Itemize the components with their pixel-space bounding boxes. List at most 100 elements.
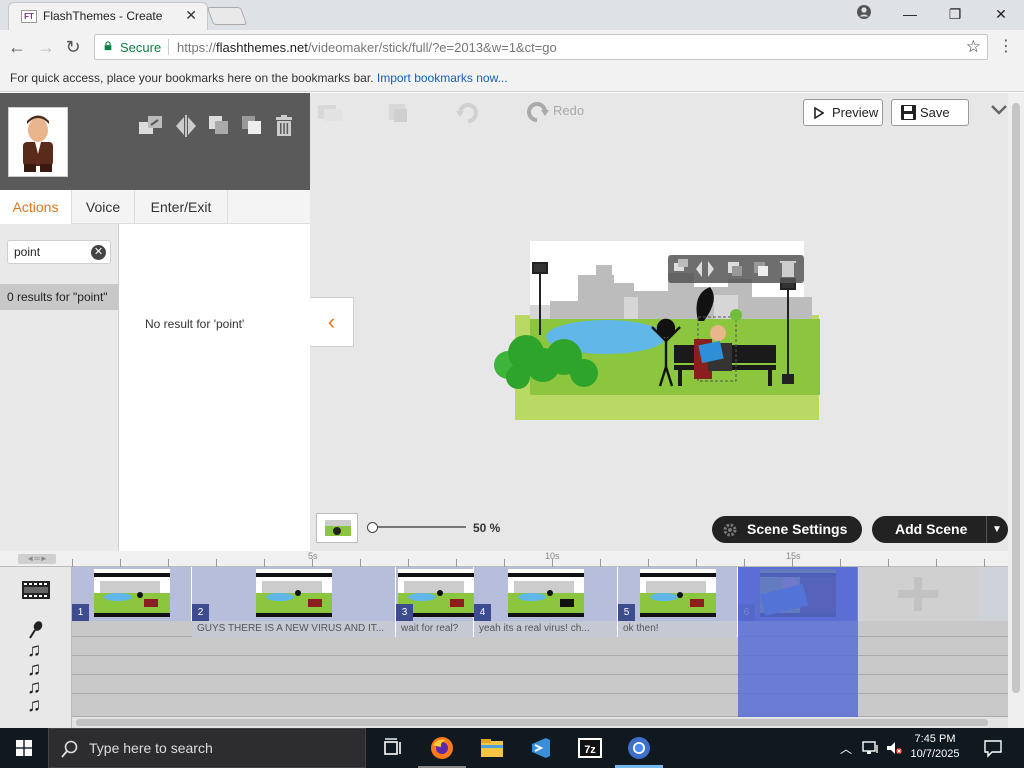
action-search-input[interactable]: point ✕ [7, 240, 111, 264]
video-maker-studio: Actions Voice Enter/Exit point ✕ 0 resul… [0, 93, 1024, 728]
firefox-icon[interactable] [430, 736, 454, 760]
voice-clip[interactable]: ok then! [618, 621, 738, 637]
vscode-icon[interactable] [529, 736, 553, 760]
preview-label: Preview [832, 105, 879, 120]
scene-block[interactable]: 4 [474, 567, 618, 621]
tab-voice[interactable]: Voice [72, 190, 135, 224]
lock-icon [104, 41, 112, 51]
add-scene-slot[interactable] [858, 567, 978, 621]
paste-icon[interactable] [386, 101, 410, 126]
scene-thumbnail [94, 569, 170, 617]
preview-button[interactable]: Preview [803, 99, 883, 126]
cut-icon[interactable] [316, 101, 344, 126]
page-vertical-scrollbar[interactable] [1008, 93, 1024, 728]
timeline-horizontal-scrollbar[interactable] [72, 717, 1008, 728]
task-view-icon[interactable] [380, 736, 404, 760]
import-bookmarks-link[interactable]: Import bookmarks now... [377, 71, 508, 85]
taskbar-search-box[interactable]: Type here to search [48, 728, 366, 768]
ruler-label: 5s [308, 551, 318, 561]
windows-logo-icon [16, 740, 32, 756]
minimize-icon[interactable]: — [898, 4, 922, 24]
forward-icon[interactable]: → [35, 36, 57, 58]
voice-clip[interactable]: GUYS THERE IS A NEW VIRUS AND IT... [192, 621, 396, 637]
zoom-value: 50 % [473, 521, 501, 535]
tab-close-icon[interactable]: ✕ [185, 7, 197, 24]
chrome-icon[interactable] [627, 736, 651, 760]
clear-search-icon[interactable]: ✕ [91, 245, 106, 260]
floppy-icon [901, 105, 916, 120]
zoom-slider-handle[interactable] [367, 522, 378, 533]
microphone-icon [28, 621, 44, 642]
windows-taskbar: Type here to search 7z ︿ 7:45 PM 10/7/20… [0, 728, 1024, 768]
redo-label[interactable]: Redo [553, 103, 584, 118]
character-panel-header [0, 93, 310, 190]
notifications-icon[interactable] [983, 738, 1003, 761]
toolbar-expand-icon[interactable] [990, 103, 1008, 119]
results-count: 0 results for "point" [0, 284, 119, 310]
show-hidden-icons-icon[interactable]: ︿ [840, 740, 852, 757]
bookmarks-hint: For quick access, place your bookmarks h… [10, 71, 374, 85]
volume-muted-icon[interactable] [885, 739, 903, 760]
new-tab-button[interactable] [206, 7, 248, 25]
redo-icon[interactable] [527, 100, 549, 125]
reload-icon[interactable]: ↻ [62, 36, 84, 58]
swap-character-icon[interactable] [138, 115, 164, 137]
file-explorer-icon[interactable] [480, 736, 504, 760]
restore-icon[interactable]: ❐ [943, 4, 967, 24]
start-button[interactable] [0, 728, 48, 768]
chrome-menu-icon[interactable]: ⋮ [998, 36, 1014, 56]
scene-block[interactable]: 5 [618, 567, 738, 621]
back-icon[interactable]: ← [6, 36, 28, 58]
stage-object-toolbar[interactable] [668, 255, 804, 283]
network-icon[interactable] [862, 739, 880, 760]
add-scene-dropdown-icon[interactable]: ▼ [992, 516, 1002, 543]
save-button[interactable]: Save [891, 99, 969, 126]
scene-stage[interactable] [488, 239, 820, 421]
send-backward-icon[interactable] [208, 115, 234, 137]
bookmarks-bar: For quick access, place your bookmarks h… [0, 64, 1024, 92]
flip-icon[interactable] [174, 115, 200, 137]
scene-block[interactable]: 3 [396, 567, 474, 621]
zoom-slider-track[interactable] [370, 526, 466, 528]
film-strip-icon [22, 579, 50, 604]
add-scene-button[interactable]: Add Scene ▼ [872, 516, 1008, 543]
character-panel: Actions Voice Enter/Exit point ✕ 0 resul… [0, 93, 310, 551]
scene-settings-button[interactable]: Scene Settings [712, 516, 862, 543]
scene-number: 3 [396, 604, 413, 621]
taskbar-clock[interactable]: 7:45 PM 10/7/2025 [905, 732, 965, 762]
undo-icon[interactable] [456, 101, 480, 126]
voice-clip[interactable]: yeah its a real virus! ch... [474, 621, 618, 637]
add-scene-label: Add Scene [895, 521, 968, 537]
bookmark-star-icon[interactable]: ☆ [966, 37, 981, 57]
collapse-panel-button[interactable]: ‹ [310, 297, 354, 347]
bring-forward-icon[interactable] [241, 115, 267, 137]
address-bar-row: ← → ↻ Secure https://flashthemes.net/vid… [0, 30, 1024, 64]
tab-actions[interactable]: Actions [0, 190, 72, 224]
url-text: https://flashthemes.net/videomaker/stick… [177, 40, 557, 55]
action-search-value: point [14, 245, 41, 259]
browser-tab[interactable]: FT FlashThemes - Create ✕ [8, 2, 208, 30]
7zip-icon[interactable]: 7z [578, 736, 602, 760]
timeline-ruler: ◄═► 5s 10s 15s [0, 551, 1008, 567]
timeline-zoom-handle[interactable]: ◄═► [18, 554, 56, 564]
delete-icon[interactable] [274, 115, 300, 137]
tab-enter-exit[interactable]: Enter/Exit [135, 190, 228, 224]
scene-block[interactable]: 2 [192, 567, 396, 621]
svg-text:7z: 7z [584, 744, 596, 756]
profile-icon[interactable] [852, 4, 876, 24]
scene-thumbnail [508, 569, 584, 617]
timeline: ◄═► 5s 10s 15s ♫ ♫ ♫ ♫ 1 2 3 4 5 GUYS TH… [0, 551, 1024, 728]
scene-thumbnail-toggle[interactable] [316, 513, 358, 543]
scene-number: 1 [72, 604, 89, 621]
save-label: Save [920, 105, 950, 120]
voice-clip[interactable]: wait for real? [396, 621, 474, 637]
omnibox[interactable]: Secure https://flashthemes.net/videomake… [94, 34, 988, 60]
character-thumbnail[interactable] [8, 107, 68, 177]
play-icon [814, 107, 824, 119]
close-window-icon[interactable]: ✕ [989, 4, 1013, 24]
taskbar-search-placeholder: Type here to search [89, 740, 213, 756]
ruler-label: 10s [545, 551, 560, 561]
omnibox-divider [168, 39, 169, 55]
sound-lane [72, 675, 1008, 694]
scene-block[interactable]: 1 [72, 567, 192, 621]
